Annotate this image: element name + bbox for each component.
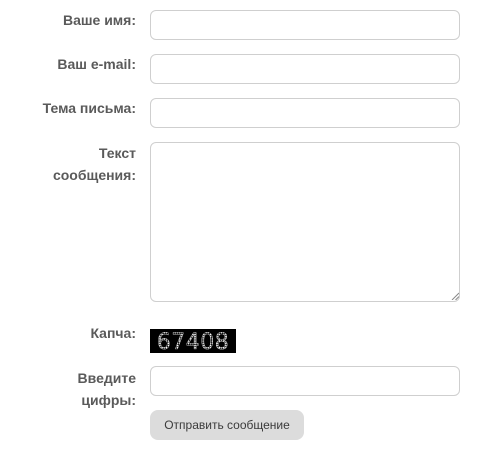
message-label-line1: Текст [98,145,136,161]
send-message-button[interactable]: Отправить сообщение [150,410,304,440]
captcha-code: 67408 [157,330,230,353]
subject-label: Тема письма: [42,100,136,116]
subject-input[interactable] [150,98,460,128]
message-label-line2: сообщения: [52,167,136,183]
captcha-answer-input[interactable] [150,366,460,396]
message-label: Текст сообщения: [6,142,136,186]
message-textarea[interactable] [150,142,460,302]
captcha-image: 67408 [150,329,236,353]
captcha-label: Капча: [90,325,136,341]
digits-label-line2: цифры: [81,392,136,408]
name-input[interactable] [150,10,460,40]
name-label: Ваше имя: [62,12,136,28]
resize-grip-icon[interactable] [451,292,459,300]
email-input[interactable] [150,54,460,84]
digits-label-line1: Введите [77,370,136,386]
email-label: Ваш e-mail: [57,56,136,72]
digits-label: Введите цифры: [6,367,136,411]
